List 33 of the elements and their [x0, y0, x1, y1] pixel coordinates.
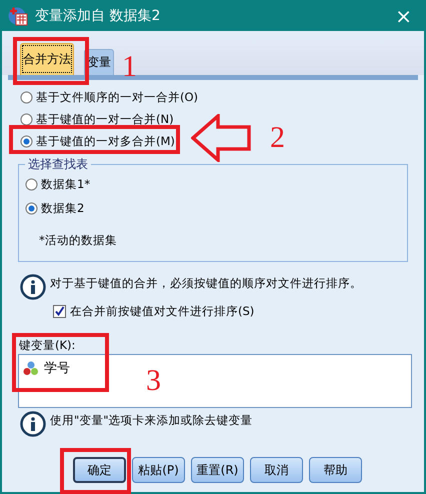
dialog-button[interactable]: 粘贴(P) [132, 457, 185, 483]
radio-button[interactable] [20, 112, 33, 126]
radio-label[interactable]: 基于文件顺序的一对一合并(O) [36, 90, 198, 104]
radio-label[interactable]: 数据集1* [41, 176, 90, 192]
tab[interactable]: 合并方法 [20, 43, 74, 75]
radio-button[interactable] [25, 178, 38, 190]
dialog-button[interactable]: 取消 [250, 457, 303, 483]
radio-button[interactable] [20, 90, 33, 104]
close-button[interactable]: × [389, 4, 418, 28]
info-text: 使用"变量"选项卡来添加或除去键变量 [50, 412, 253, 429]
field-label: 键变量(K): [19, 338, 76, 353]
info-icon [20, 411, 46, 437]
dialog-button[interactable]: 帮助 [309, 457, 362, 483]
checkbox-label[interactable]: 在合并前按键值对文件进行排序(S) [70, 304, 254, 319]
radio-button[interactable] [25, 202, 38, 214]
radio-button[interactable] [20, 134, 33, 148]
radio-label[interactable]: 数据集2 [41, 200, 84, 216]
step-number: 1 [122, 52, 137, 82]
group-title: 选择查找表 [27, 156, 89, 173]
checkbox[interactable] [53, 305, 66, 318]
radio-label[interactable]: 基于键值的一对一合并(N) [36, 112, 174, 126]
variable-icon [23, 360, 39, 376]
info-icon [20, 274, 46, 300]
app-icon [8, 6, 28, 26]
list-item[interactable]: 学号 [44, 359, 70, 377]
note-text: *活动的数据集 [39, 233, 118, 248]
step-number: 2 [270, 123, 285, 153]
dialog-button[interactable]: 确定 [73, 457, 126, 483]
dialog-button[interactable]: 重置(R) [191, 457, 244, 483]
info-text: 对于基于键值的合并，必须按键值的顺序对文件进行排序。 [50, 275, 362, 292]
window-title: 变量添加自 数据集2 [35, 6, 162, 24]
step-number: 3 [146, 366, 161, 396]
radio-label[interactable]: 基于键值的一对多合并(M) [36, 134, 175, 148]
